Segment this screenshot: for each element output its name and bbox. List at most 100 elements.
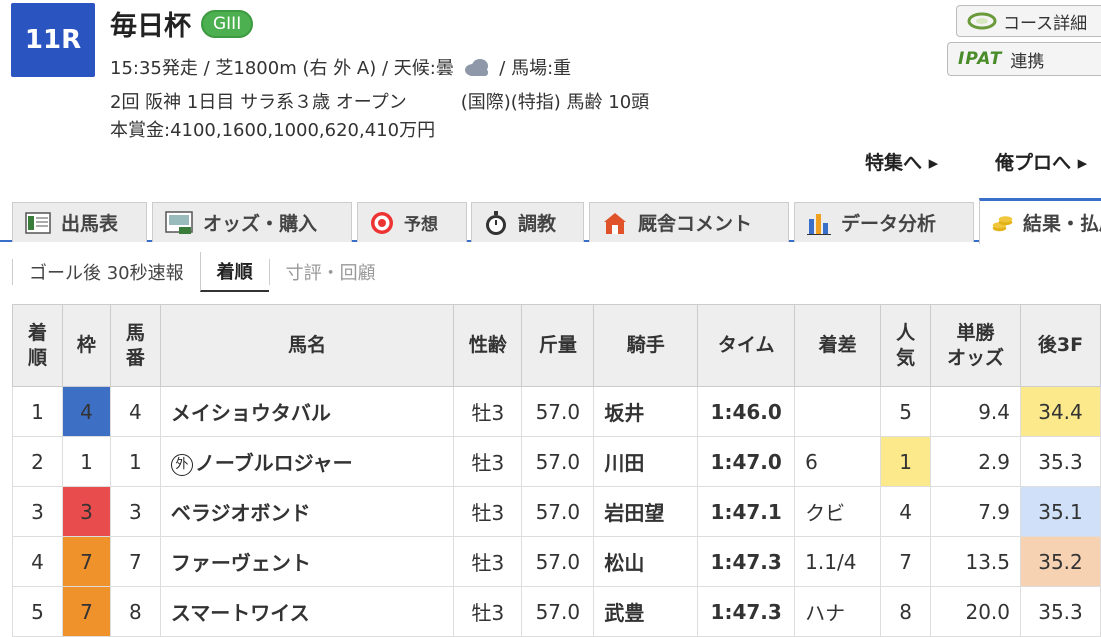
popularity: 5	[880, 386, 932, 437]
tab-results[interactable]: 結果・払戻	[979, 198, 1101, 244]
sex-age: 牡3	[453, 536, 523, 587]
finish-position: 5	[12, 586, 63, 637]
race-title: 毎日杯 GIII	[110, 4, 254, 43]
col-horse-name: 馬名	[159, 304, 455, 387]
prize-money: 本賞金:4100,1600,1000,620,410万円	[110, 120, 436, 141]
win-odds: 9.4	[930, 386, 1021, 437]
last3f: 35.1	[1020, 486, 1101, 537]
table-row: 4 7 7 ファーヴェント 牡3 57.0 松山 1:47.3 1.1/4 7 …	[12, 536, 1101, 587]
table-row: 2 1 1 外ノーブルロジャー 牡3 57.0 川田 1:47.0 6 1 2.…	[12, 436, 1101, 487]
sex-age: 牡3	[453, 486, 523, 537]
race-conditions: (国際)(特指) 馬齢 10頭	[460, 92, 650, 113]
race-number-badge: 11R	[11, 3, 95, 77]
ore-pro-link[interactable]: 俺プロへ ▸	[995, 148, 1087, 175]
tab-odds-label: オッズ・購入	[203, 213, 318, 235]
tab-prediction-label: 予想	[404, 215, 438, 235]
course-detail-label: コース詳細	[1003, 13, 1088, 34]
race-meeting-class: 2回 阪神 1日目 サラ系３歳 オープン	[110, 92, 407, 113]
finish-position: 2	[12, 436, 63, 487]
popularity: 4	[880, 486, 932, 537]
result-subtabs: ゴール後 30秒速報 着順 寸評・回顧	[12, 252, 392, 292]
jockey-link[interactable]: 岩田望	[593, 486, 699, 537]
tab-entries[interactable]: 出馬表	[12, 202, 147, 242]
target-icon	[371, 211, 393, 234]
horse-number: 8	[109, 586, 161, 637]
col-sex-age: 性齢	[453, 304, 523, 387]
win-odds: 2.9	[930, 436, 1021, 487]
subtab-flash[interactable]: ゴール後 30秒速報	[12, 259, 200, 285]
last3f: 34.4	[1020, 386, 1101, 437]
stopwatch-icon	[486, 210, 506, 235]
weight: 57.0	[521, 386, 595, 437]
result-table: 着 順 枠 馬 番 馬名 性齢 斤量 騎手 タイム 着差 人 気 単勝 オッズ …	[12, 304, 1101, 637]
col-last3f: 後3F	[1020, 304, 1101, 387]
special-feature-link[interactable]: 特集へ ▸	[865, 148, 938, 175]
tab-results-label: 結果・払戻	[1022, 213, 1101, 235]
tab-data-analysis[interactable]: データ分析	[794, 202, 974, 242]
horse-name-link[interactable]: 外ノーブルロジャー	[159, 436, 455, 487]
waku-cell: 7	[61, 536, 111, 587]
table-row: 5 7 8 スマートワイス 牡3 57.0 武豊 1:47.3 ハナ 8 20.…	[12, 586, 1101, 637]
ipat-link-button[interactable]: IPAT 連携	[947, 42, 1101, 76]
race-time-course-weather: 15:35発走 / 芝1800m (右 外 A) / 天候:曇	[110, 58, 454, 79]
coins-icon	[992, 215, 1013, 231]
finish-time: 1:47.3	[697, 536, 796, 587]
table-row: 1 4 4 メイショウタバル 牡3 57.0 坂井 1:46.0 5 9.4 3…	[12, 386, 1101, 437]
tab-prediction[interactable]: 予想	[357, 202, 467, 242]
tab-entries-label: 出馬表	[61, 213, 119, 235]
margin: 1.1/4	[794, 536, 882, 587]
win-odds: 13.5	[930, 536, 1021, 587]
ipat-logo: IPAT	[958, 49, 1003, 69]
finish-position: 4	[12, 536, 63, 587]
popularity: 7	[880, 536, 932, 587]
col-weight: 斤量	[521, 304, 595, 387]
bar-chart-icon	[807, 213, 831, 235]
stable-icon	[604, 212, 626, 234]
popularity: 1	[880, 436, 932, 487]
col-margin: 着差	[794, 304, 882, 387]
cloud-icon	[464, 59, 488, 76]
sex-age: 牡3	[453, 586, 523, 637]
popularity: 8	[880, 586, 932, 637]
horse-name-link[interactable]: メイショウタバル	[159, 386, 455, 437]
race-info-line1: 15:35発走 / 芝1800m (右 外 A) / 天候:曇 / 馬場:重	[110, 54, 571, 80]
sex-age: 牡3	[453, 386, 523, 437]
jockey-link[interactable]: 川田	[593, 436, 699, 487]
jockey-link[interactable]: 坂井	[593, 386, 699, 437]
jockey-link[interactable]: 松山	[593, 536, 699, 587]
tab-stable-comment[interactable]: 厩舎コメント	[589, 202, 789, 242]
odds-icon	[165, 210, 193, 234]
course-detail-button[interactable]: コース詳細	[956, 5, 1101, 37]
track-condition: / 馬場:重	[499, 58, 572, 79]
last3f: 35.2	[1020, 536, 1101, 587]
subtab-finish-order[interactable]: 着順	[199, 252, 269, 292]
main-tabs: 出馬表 オッズ・購入 予想 調教 厩舎コメント データ分析 結果・払戻	[0, 198, 1101, 244]
horse-name-link[interactable]: ファーヴェント	[159, 536, 455, 587]
win-odds: 20.0	[930, 586, 1021, 637]
weight: 57.0	[521, 536, 595, 587]
tab-training[interactable]: 調教	[471, 202, 584, 242]
col-jockey: 騎手	[593, 304, 699, 387]
entries-icon	[25, 211, 51, 234]
horse-number: 4	[109, 386, 161, 437]
horse-name-link[interactable]: スマートワイス	[159, 586, 455, 637]
horse-number: 7	[109, 536, 161, 587]
horse-name-link[interactable]: ベラジオボンド	[159, 486, 455, 537]
tab-stable-comment-label: 厩舎コメント	[638, 213, 753, 235]
margin: ハナ	[794, 586, 882, 637]
col-time: タイム	[697, 304, 796, 387]
waku-cell: 3	[61, 486, 111, 537]
tab-odds[interactable]: オッズ・購入	[152, 202, 352, 242]
weight: 57.0	[521, 586, 595, 637]
finish-time: 1:46.0	[697, 386, 796, 437]
course-icon	[967, 12, 997, 30]
race-info-line2: 2回 阪神 1日目 サラ系３歳 オープン (国際)(特指) 馬齢 10頭	[110, 88, 649, 114]
last3f: 35.3	[1020, 586, 1101, 637]
subtab-review[interactable]: 寸評・回顧	[268, 259, 392, 285]
last3f: 35.3	[1020, 436, 1101, 487]
jockey-link[interactable]: 武豊	[593, 586, 699, 637]
waku-cell: 4	[61, 386, 111, 437]
finish-time: 1:47.0	[697, 436, 796, 487]
col-horse-number: 馬 番	[109, 304, 161, 387]
race-name: 毎日杯	[110, 11, 191, 42]
